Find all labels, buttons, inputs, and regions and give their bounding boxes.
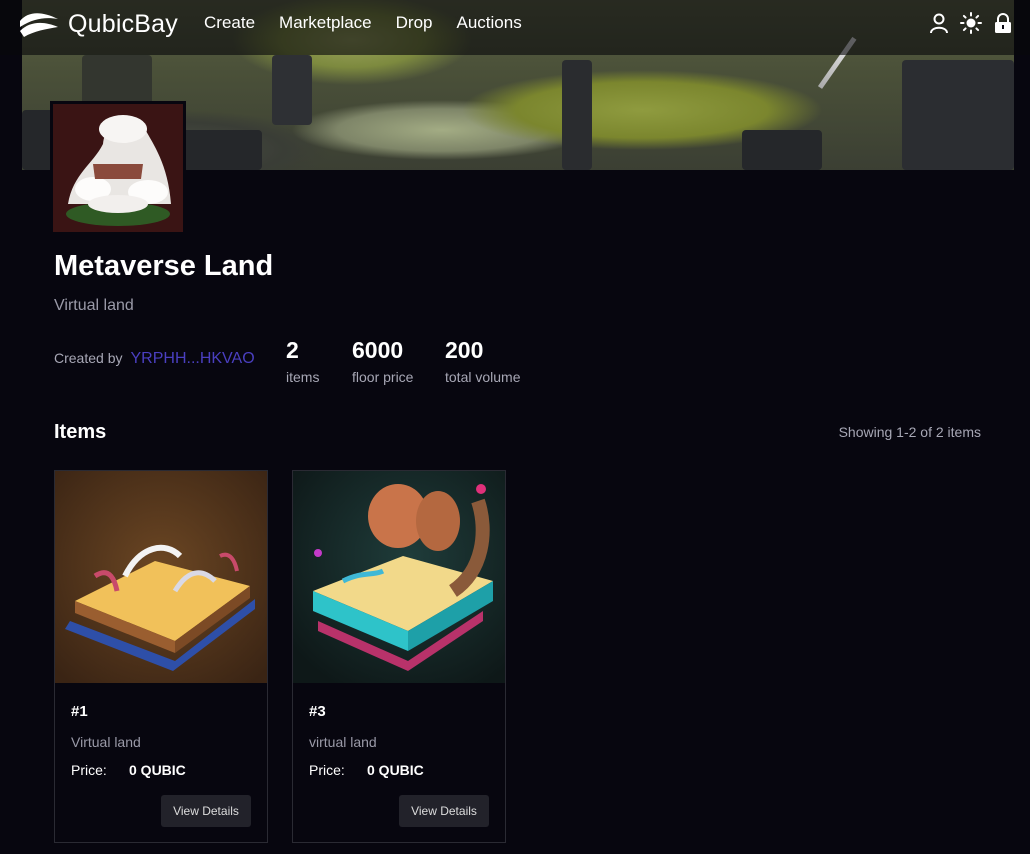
item-card[interactable]: #1 Virtual land Price: 0 QUBIC View Deta… (54, 470, 268, 843)
item-price: Price: 0 QUBIC (309, 762, 424, 778)
nav-link-create[interactable]: Create (204, 13, 255, 33)
collection-title: Metaverse Land (54, 250, 274, 282)
wave-logo-icon (20, 13, 58, 37)
brand-logo[interactable]: QubicBay (18, 9, 178, 39)
item-description: Virtual land (71, 734, 141, 750)
created-by: Created by YRPHH...HKVAO (54, 350, 255, 368)
nav-link-drop[interactable]: Drop (396, 13, 433, 33)
user-icon[interactable] (928, 12, 950, 34)
sun-icon[interactable] (960, 12, 982, 34)
items-count-text: Showing 1-2 of 2 items (838, 424, 981, 440)
brand-name: QubicBay (68, 9, 178, 38)
lock-icon[interactable] (992, 12, 1014, 34)
price-label: Price: (309, 762, 345, 778)
item-image (55, 471, 267, 683)
item-title: #1 (71, 703, 88, 720)
stat-label: floor price (352, 369, 414, 385)
view-details-button[interactable]: View Details (399, 795, 489, 827)
stat-value: 200 (445, 337, 484, 363)
item-card[interactable]: #3 virtual land Price: 0 QUBIC View Deta… (292, 470, 506, 843)
creator-address-link[interactable]: YRPHH...HKVAO (130, 350, 254, 368)
nav-link-marketplace[interactable]: Marketplace (279, 13, 372, 33)
item-title: #3 (309, 703, 326, 720)
created-by-label: Created by (54, 350, 123, 366)
stat-label: items (286, 369, 320, 385)
nav-link-auctions[interactable]: Auctions (457, 13, 522, 33)
top-navbar: QubicBay Create Marketplace Drop Auction… (0, 0, 1030, 55)
stat-label: total volume (445, 369, 521, 385)
price-value: 0 QUBIC (367, 762, 424, 778)
stat-value: 6000 (352, 337, 404, 363)
view-details-button[interactable]: View Details (161, 795, 251, 827)
price-label: Price: (71, 762, 107, 778)
item-price: Price: 0 QUBIC (71, 762, 186, 778)
stat-items: 2 items (286, 337, 319, 385)
stat-floor-price: 6000 floor price (352, 337, 413, 385)
item-image (293, 471, 505, 683)
stat-total-volume: 200 total volume (445, 337, 520, 385)
collection-subtitle: Virtual land (54, 297, 134, 314)
items-heading: Items (54, 421, 107, 443)
price-value: 0 QUBIC (129, 762, 186, 778)
item-description: virtual land (309, 734, 377, 750)
collection-avatar (50, 101, 186, 235)
stat-value: 2 (286, 337, 299, 363)
